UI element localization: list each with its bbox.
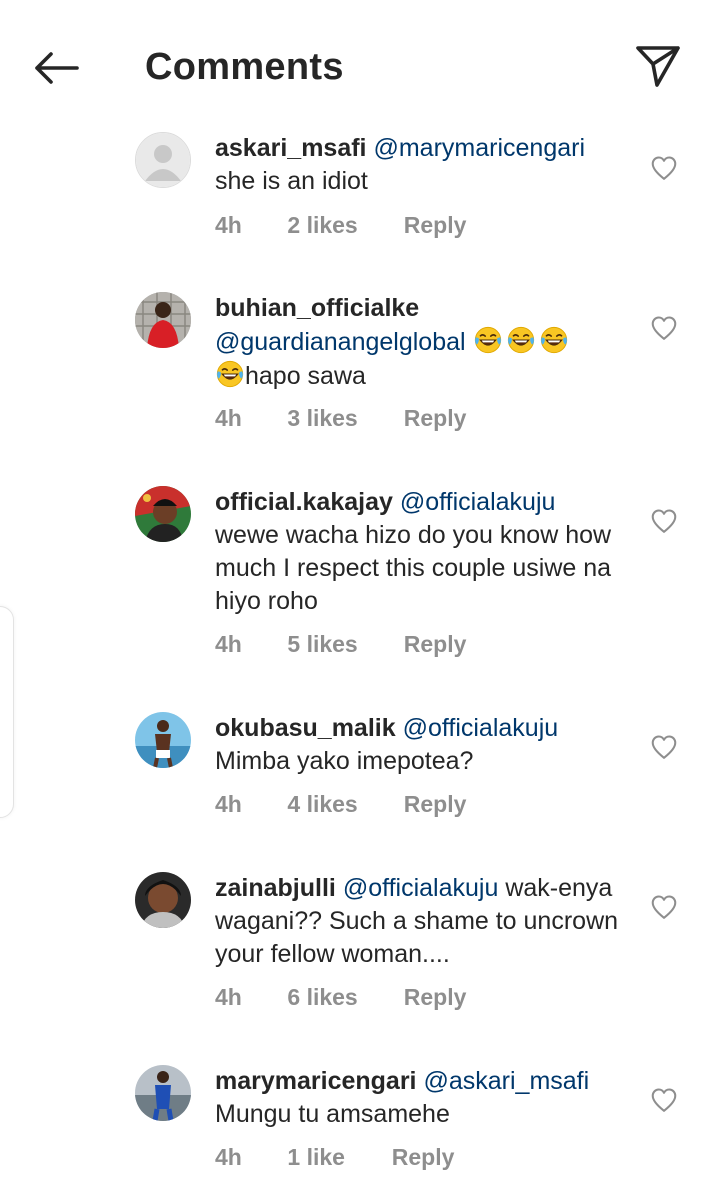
back-arrow-icon	[35, 52, 79, 84]
reply-button[interactable]: Reply	[404, 982, 467, 1012]
comment-body: zainabjulli @officialakuju wak-enya waga…	[215, 872, 625, 971]
reply-button[interactable]: Reply	[392, 1142, 455, 1172]
comment-likes[interactable]: 2 likes	[287, 210, 397, 240]
comment-mention[interactable]: @askari_msafi	[423, 1067, 589, 1095]
comment-likes[interactable]: 3 likes	[287, 403, 397, 433]
like-button[interactable]	[648, 1084, 680, 1116]
comment-mention[interactable]: @guardianangelglobal	[215, 328, 466, 356]
heart-outline-icon	[649, 892, 679, 922]
heart-outline-icon	[649, 313, 679, 343]
laughing-emoji-icon	[506, 325, 536, 355]
comments-screen: Comments askari_msafi @marymaricengari s…	[0, 0, 720, 1204]
like-button[interactable]	[648, 731, 680, 763]
heart-outline-icon	[649, 153, 679, 183]
like-button[interactable]	[648, 891, 680, 923]
reply-button[interactable]: Reply	[404, 789, 467, 819]
comment-username[interactable]: buhian_officialke	[215, 294, 419, 322]
heart-outline-icon	[649, 506, 679, 536]
comment-body: official.kakajay @officialakuju wewe wac…	[215, 486, 625, 618]
heart-outline-icon	[649, 1085, 679, 1115]
like-button[interactable]	[648, 312, 680, 344]
comment-time: 4h	[215, 1144, 242, 1170]
comment-text: Mimba yako imepotea?	[215, 747, 474, 775]
comment-likes[interactable]: 1 like	[287, 1142, 385, 1172]
back-button[interactable]	[24, 40, 88, 96]
avatar[interactable]	[135, 486, 191, 542]
header: Comments	[0, 0, 720, 130]
comment-body: buhian_officialke @guardianangelglobal h…	[215, 292, 625, 393]
comment-body: askari_msafi @marymaricengari she is an …	[215, 132, 625, 198]
avatar[interactable]	[135, 872, 191, 928]
page-title: Comments	[145, 46, 344, 88]
comment-time: 4h	[215, 631, 242, 657]
comment-mention[interactable]: @officialakuju	[403, 714, 559, 742]
reply-button[interactable]: Reply	[404, 403, 467, 433]
side-drawer-handle[interactable]	[0, 606, 14, 818]
laughing-emoji-icon	[539, 325, 569, 355]
avatar[interactable]	[135, 1065, 191, 1121]
comment-time: 4h	[215, 405, 242, 431]
comment-username[interactable]: zainabjulli	[215, 874, 336, 902]
comment-meta: 4h 6 likes Reply	[215, 982, 466, 1012]
comment-mention[interactable]: @officialakuju	[400, 488, 556, 516]
like-button[interactable]	[648, 505, 680, 537]
comment-likes[interactable]: 5 likes	[287, 629, 397, 659]
comment-meta: 4h 5 likes Reply	[215, 629, 466, 659]
comment-mention[interactable]: @officialakuju	[343, 874, 499, 902]
comment-meta: 4h 1 like Reply	[215, 1142, 454, 1172]
comment-text: she is an idiot	[215, 167, 368, 195]
comment-username[interactable]: official.kakajay	[215, 488, 393, 516]
laughing-emoji-icon	[215, 359, 245, 389]
comment-time: 4h	[215, 984, 242, 1010]
comment-mention[interactable]: @marymaricengari	[373, 134, 585, 162]
comment-username[interactable]: okubasu_malik	[215, 714, 396, 742]
comment-username[interactable]: marymaricengari	[215, 1067, 417, 1095]
comment-body: marymaricengari @askari_msafi Mungu tu a…	[215, 1065, 625, 1131]
avatar[interactable]	[135, 712, 191, 768]
send-icon	[636, 46, 680, 87]
comment-text: Mungu tu amsamehe	[215, 1100, 450, 1128]
comment-text: hapo sawa	[245, 362, 366, 390]
like-button[interactable]	[648, 152, 680, 184]
comment-meta: 4h 2 likes Reply	[215, 210, 466, 240]
comment-likes[interactable]: 6 likes	[287, 982, 397, 1012]
comment-meta: 4h 4 likes Reply	[215, 789, 466, 819]
comment-time: 4h	[215, 791, 242, 817]
comment-body: okubasu_malik @officialakuju Mimba yako …	[215, 712, 625, 778]
share-button[interactable]	[626, 36, 690, 96]
laughing-emoji-icon	[473, 325, 503, 355]
comment-username[interactable]: askari_msafi	[215, 134, 367, 162]
reply-button[interactable]: Reply	[404, 210, 467, 240]
comment-likes[interactable]: 4 likes	[287, 789, 397, 819]
avatar[interactable]	[135, 132, 191, 188]
comment-time: 4h	[215, 212, 242, 238]
reply-button[interactable]: Reply	[404, 629, 467, 659]
heart-outline-icon	[649, 732, 679, 762]
avatar[interactable]	[135, 292, 191, 348]
comment-meta: 4h 3 likes Reply	[215, 403, 466, 433]
comment-text: wewe wacha hizo do you know how much I r…	[215, 521, 612, 615]
